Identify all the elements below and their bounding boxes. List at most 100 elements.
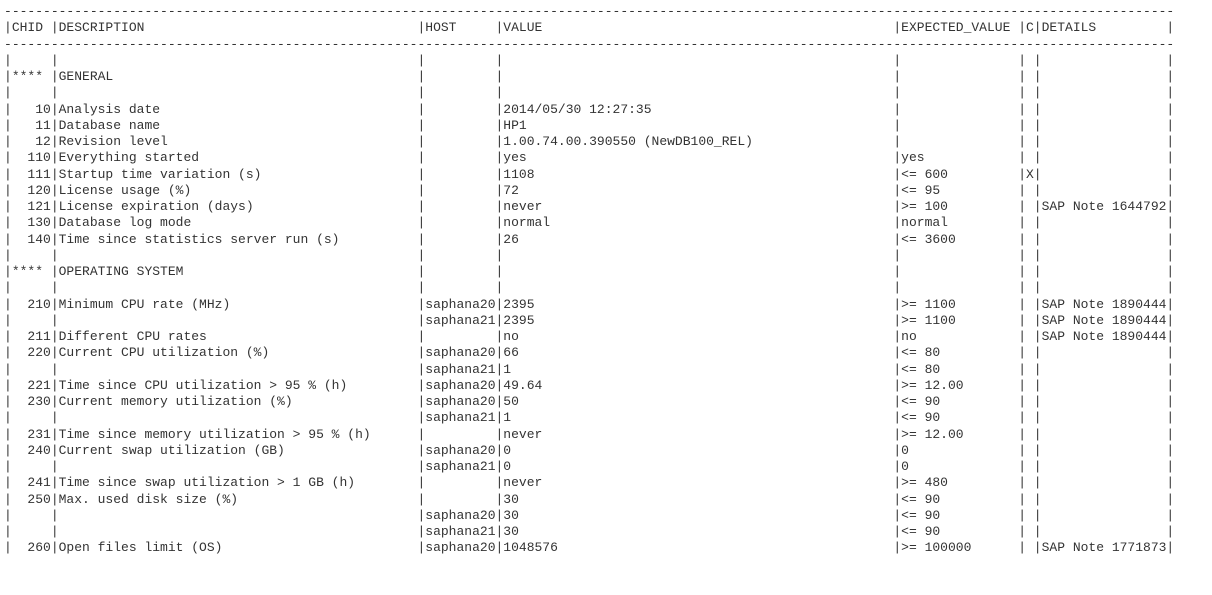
cell-chid: 230	[12, 394, 51, 410]
table-row: |****|GENERAL||||||	[4, 69, 1208, 85]
cell-description: Current memory utilization (%)	[59, 394, 418, 410]
cell-description: GENERAL	[59, 69, 418, 85]
table-row: |111|Startup time variation (s)||1108|<=…	[4, 167, 1208, 183]
table-row: |||saphana21|1|<= 90|||	[4, 410, 1208, 426]
cell-host: saphana20	[425, 508, 495, 524]
header-expected-value: EXPECTED_VALUE	[901, 20, 1018, 36]
cell-value: 50	[503, 394, 893, 410]
table-row: ||||||||	[4, 53, 1208, 69]
cell-chid: 250	[12, 492, 51, 508]
cell-value: yes	[503, 150, 893, 166]
cell-host: saphana21	[425, 313, 495, 329]
cell-description: Open files limit (OS)	[59, 540, 418, 556]
cell-chid: 130	[12, 215, 51, 231]
cell-expected-value: no	[901, 329, 1018, 345]
cell-host: saphana20	[425, 443, 495, 459]
cell-chid: 120	[12, 183, 51, 199]
cell-value: 1.00.74.00.390550 (NewDB100_REL)	[503, 134, 893, 150]
cell-expected-value: <= 90	[901, 410, 1018, 426]
cell-expected-value: <= 90	[901, 492, 1018, 508]
cell-description: Database log mode	[59, 215, 418, 231]
cell-description: Database name	[59, 118, 418, 134]
cell-host: saphana20	[425, 345, 495, 361]
cell-value: 0	[503, 459, 893, 475]
cell-value: normal	[503, 215, 893, 231]
header-separator-top: ----------------------------------------…	[4, 4, 1208, 20]
cell-expected-value: yes	[901, 150, 1018, 166]
cell-chid: 211	[12, 329, 51, 345]
table-row: |260|Open files limit (OS)|saphana20|104…	[4, 540, 1208, 556]
cell-value: 66	[503, 345, 893, 361]
cell-description: Minimum CPU rate (MHz)	[59, 297, 418, 313]
cell-expected-value: 0	[901, 459, 1018, 475]
cell-host: saphana21	[425, 524, 495, 540]
cell-chid: 220	[12, 345, 51, 361]
cell-value: 1108	[503, 167, 893, 183]
table-row: |||saphana21|30|<= 90|||	[4, 524, 1208, 540]
cell-details: SAP Note 1890444	[1042, 329, 1167, 345]
cell-expected-value: normal	[901, 215, 1018, 231]
table-row: |250|Max. used disk size (%)||30|<= 90||…	[4, 492, 1208, 508]
table-row: |||saphana21|1|<= 80|||	[4, 362, 1208, 378]
cell-expected-value: >= 480	[901, 475, 1018, 491]
cell-chid: 110	[12, 150, 51, 166]
header-host: HOST	[425, 20, 495, 36]
cell-host: saphana20	[425, 540, 495, 556]
table-row: |110|Everything started||yes|yes|||	[4, 150, 1208, 166]
cell-value: 2395	[503, 313, 893, 329]
cell-value: 1	[503, 410, 893, 426]
cell-description: Startup time variation (s)	[59, 167, 418, 183]
table-row: |130|Database log mode||normal|normal|||	[4, 215, 1208, 231]
table-row: |||saphana21|2395|>= 1100||SAP Note 1890…	[4, 313, 1208, 329]
cell-chid: ****	[12, 69, 51, 85]
cell-description: Everything started	[59, 150, 418, 166]
cell-description: Analysis date	[59, 102, 418, 118]
cell-chid: 140	[12, 232, 51, 248]
cell-description: Different CPU rates	[59, 329, 418, 345]
cell-value: 26	[503, 232, 893, 248]
table-row: |11|Database name||HP1||||	[4, 118, 1208, 134]
table-row: ||||||||	[4, 85, 1208, 101]
table-row: |121|License expiration (days)||never|>=…	[4, 199, 1208, 215]
cell-host: saphana21	[425, 410, 495, 426]
cell-value: 49.64	[503, 378, 893, 394]
cell-expected-value: <= 80	[901, 362, 1018, 378]
cell-value: 72	[503, 183, 893, 199]
table-row: |12|Revision level||1.00.74.00.390550 (N…	[4, 134, 1208, 150]
cell-value: never	[503, 427, 893, 443]
cell-chid: ****	[12, 264, 51, 280]
cell-host: saphana21	[425, 362, 495, 378]
cell-description: Current CPU utilization (%)	[59, 345, 418, 361]
cell-chid: 11	[12, 118, 51, 134]
cell-details: SAP Note 1890444	[1042, 297, 1167, 313]
cell-value: never	[503, 199, 893, 215]
table-row: |140|Time since statistics server run (s…	[4, 232, 1208, 248]
cell-details: SAP Note 1890444	[1042, 313, 1167, 329]
cell-value: no	[503, 329, 893, 345]
cell-expected-value: <= 600	[901, 167, 1018, 183]
cell-chid: 231	[12, 427, 51, 443]
cell-description: Time since memory utilization > 95 % (h)	[59, 427, 418, 443]
cell-host: saphana20	[425, 394, 495, 410]
cell-expected-value: <= 90	[901, 524, 1018, 540]
cell-details: SAP Note 1771873	[1042, 540, 1167, 556]
cell-value: 30	[503, 492, 893, 508]
cell-value: 2014/05/30 12:27:35	[503, 102, 893, 118]
table-row: |****|OPERATING SYSTEM||||||	[4, 264, 1208, 280]
header-value: VALUE	[503, 20, 893, 36]
header-row: |CHID|DESCRIPTION|HOST|VALUE|EXPECTED_VA…	[4, 20, 1208, 36]
cell-description: Time since CPU utilization > 95 % (h)	[59, 378, 418, 394]
cell-description: OPERATING SYSTEM	[59, 264, 418, 280]
table-row: |||saphana21|0|0|||	[4, 459, 1208, 475]
table-row: |230|Current memory utilization (%)|saph…	[4, 394, 1208, 410]
cell-chid: 221	[12, 378, 51, 394]
cell-value: HP1	[503, 118, 893, 134]
table-row: |221|Time since CPU utilization > 95 % (…	[4, 378, 1208, 394]
cell-c: X	[1026, 167, 1034, 183]
cell-expected-value: >= 1100	[901, 297, 1018, 313]
cell-value: never	[503, 475, 893, 491]
cell-chid: 260	[12, 540, 51, 556]
table-row: |231|Time since memory utilization > 95 …	[4, 427, 1208, 443]
cell-expected-value: >= 12.00	[901, 427, 1018, 443]
cell-expected-value: >= 12.00	[901, 378, 1018, 394]
